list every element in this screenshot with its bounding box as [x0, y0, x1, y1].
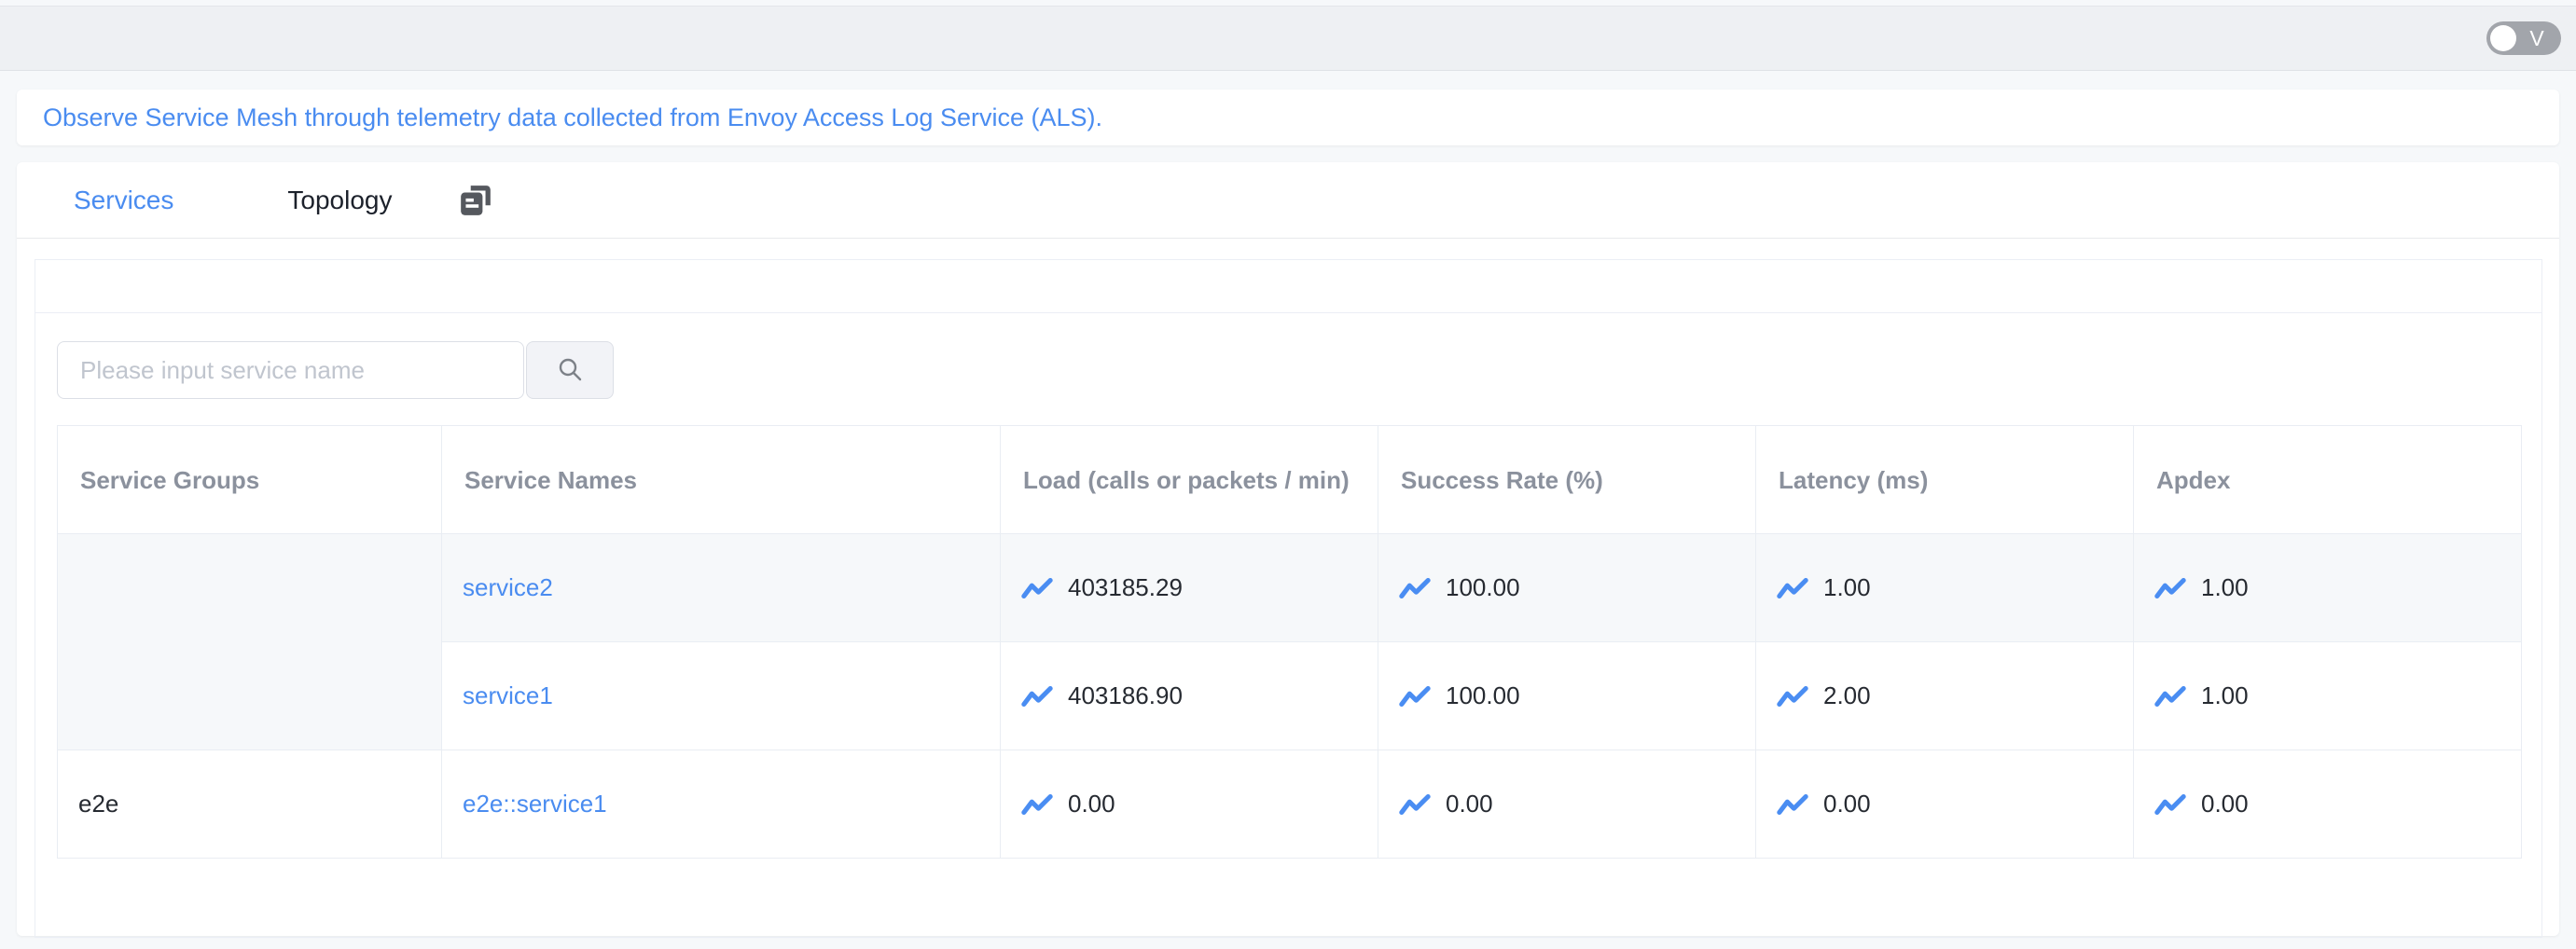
trend-line-icon[interactable] [1021, 576, 1053, 600]
col-service-names: Service Names [442, 426, 1001, 534]
trend-line-icon[interactable] [1777, 792, 1808, 817]
apdex-value: 0.00 [2201, 790, 2249, 818]
services-table: Service Groups Service Names Load (calls… [57, 425, 2522, 859]
success-rate-value: 0.00 [1446, 790, 1493, 818]
tab-bar: Services Topology [17, 162, 2559, 239]
trend-line-icon[interactable] [1777, 684, 1808, 708]
col-load: Load (calls or packets / min) [1001, 426, 1378, 534]
toggle-knob[interactable] [2490, 25, 2516, 51]
service-link[interactable]: service1 [463, 681, 553, 709]
mesh-info-banner: Observe Service Mesh through telemetry d… [17, 89, 2559, 145]
service-link[interactable]: service2 [463, 573, 553, 601]
col-apdex: Apdex [2134, 426, 2522, 534]
trend-line-icon[interactable] [2154, 684, 2186, 708]
trend-line-icon[interactable] [1399, 684, 1431, 708]
search-icon [556, 356, 584, 384]
load-value: 403186.90 [1068, 681, 1183, 710]
search-input[interactable] [57, 341, 524, 399]
table-row: service2 403185.29 100.00 1.00 1.00 [58, 534, 2522, 642]
latency-value: 2.00 [1823, 681, 1871, 710]
group-cell: e2e [58, 750, 442, 859]
trend-line-icon[interactable] [2154, 576, 2186, 600]
trend-line-icon[interactable] [1399, 576, 1431, 600]
success-rate-value: 100.00 [1446, 681, 1520, 710]
top-toolbar: V [0, 6, 2576, 71]
load-value: 403185.29 [1068, 573, 1183, 602]
version-toggle[interactable]: V [2486, 21, 2561, 55]
trend-line-icon[interactable] [1021, 792, 1053, 817]
latency-value: 0.00 [1823, 790, 1871, 818]
service-mesh-card: Services Topology [17, 162, 2559, 936]
latency-value: 1.00 [1823, 573, 1871, 602]
table-header-row: Service Groups Service Names Load (calls… [58, 426, 2522, 534]
trend-line-icon[interactable] [2154, 792, 2186, 817]
search-button[interactable] [526, 341, 614, 399]
tab-services[interactable]: Services [74, 186, 173, 215]
trend-line-icon[interactable] [1021, 684, 1053, 708]
service-link[interactable]: e2e::service1 [463, 790, 607, 818]
toggle-label: V [2516, 28, 2557, 49]
load-value: 0.00 [1068, 790, 1115, 818]
panel-toolbar [35, 260, 2541, 313]
trend-line-icon[interactable] [1777, 576, 1808, 600]
panel-body: Service Groups Service Names Load (calls… [35, 313, 2541, 937]
col-latency: Latency (ms) [1756, 426, 2134, 534]
services-panel: Service Groups Service Names Load (calls… [35, 259, 2542, 938]
apdex-value: 1.00 [2201, 573, 2249, 602]
mesh-info-text: Observe Service Mesh through telemetry d… [43, 103, 1102, 132]
col-success-rate: Success Rate (%) [1378, 426, 1756, 534]
table-row: e2e e2e::service1 0.00 0.00 0.00 0.00 [58, 750, 2522, 859]
service-search [57, 341, 2541, 399]
success-rate-value: 100.00 [1446, 573, 1520, 602]
trend-line-icon[interactable] [1399, 792, 1431, 817]
copy-docs-button[interactable] [457, 182, 494, 219]
group-cell [58, 534, 442, 750]
apdex-value: 1.00 [2201, 681, 2249, 710]
file-copy-icon [458, 183, 493, 218]
col-service-groups: Service Groups [58, 426, 442, 534]
tab-topology[interactable]: Topology [287, 186, 392, 215]
